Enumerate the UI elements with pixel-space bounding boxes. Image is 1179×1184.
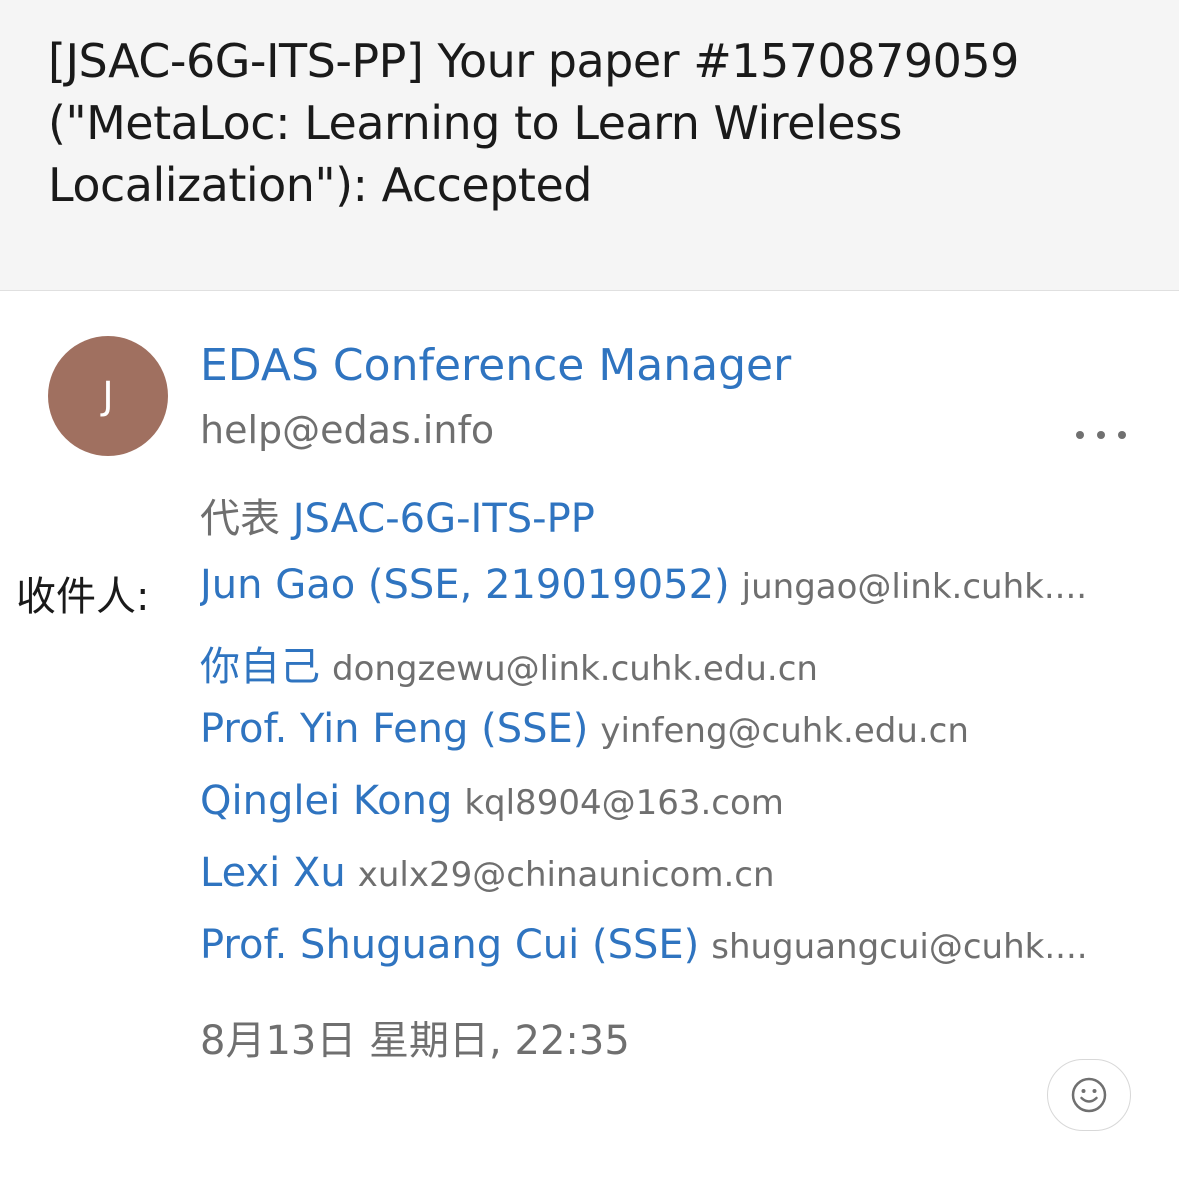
more-options-icon[interactable] — [1076, 420, 1126, 450]
avatar-initial: J — [102, 374, 114, 418]
recipient-email: jungao@link.cuhk.... — [741, 567, 1088, 607]
subject-header: [JSAC-6G-ITS-PP] Your paper #1570879059 … — [0, 0, 1179, 291]
recipient-email: yinfeng@cuhk.edu.cn — [600, 711, 969, 751]
recipient-name[interactable]: 你自己 — [200, 644, 320, 690]
on-behalf-name[interactable]: JSAC-6G-ITS-PP — [293, 496, 595, 542]
sender-email: help@edas.info — [200, 408, 495, 452]
recipient-name[interactable]: Qinglei Kong — [200, 778, 452, 824]
recipient-email: kql8904@163.com — [464, 783, 784, 823]
sender-name[interactable]: EDAS Conference Manager — [200, 340, 791, 391]
recipient-item[interactable]: Qinglei Kong kql8904@163.com — [200, 778, 1130, 824]
sender-avatar[interactable]: J — [48, 336, 168, 456]
recipient-email: dongzewu@link.cuhk.edu.cn — [332, 649, 818, 689]
recipient-item[interactable]: Jun Gao (SSE, 219019052) jungao@link.cuhk… — [200, 562, 1130, 608]
recipient-item[interactable]: Lexi Xu xulx29@chinaunicom.cn — [200, 850, 1130, 896]
recipient-item[interactable]: Prof. Shuguang Cui (SSE) shuguangcui@cuhk… — [200, 922, 1130, 968]
on-behalf-prefix: 代表 — [200, 496, 280, 542]
email-subject: [JSAC-6G-ITS-PP] Your paper #1570879059 … — [48, 34, 1019, 212]
recipient-email: shuguangcui@cuhk.... — [711, 927, 1088, 967]
recipient-email: xulx29@chinaunicom.cn — [357, 855, 775, 895]
recipient-name[interactable]: Lexi Xu — [200, 850, 346, 896]
more-dot — [1118, 431, 1126, 439]
recipient-name[interactable]: Jun Gao (SSE, 219019052) — [200, 562, 730, 608]
to-label: 收件人: — [16, 574, 150, 620]
more-dot — [1076, 431, 1084, 439]
smiley-icon — [1071, 1077, 1107, 1113]
recipient-name[interactable]: Prof. Yin Feng (SSE) — [200, 706, 588, 752]
email-date: 8月13日 星期日, 22:35 — [200, 1018, 630, 1064]
on-behalf-line: 代表 JSAC-6G-ITS-PP — [200, 486, 595, 544]
recipient-item[interactable]: 你自己 dongzewu@link.cuhk.edu.cn — [200, 634, 1130, 692]
more-dot — [1097, 431, 1105, 439]
reaction-button[interactable] — [1047, 1059, 1131, 1131]
recipient-item[interactable]: Prof. Yin Feng (SSE) yinfeng@cuhk.edu.cn — [200, 706, 1130, 752]
recipient-name[interactable]: Prof. Shuguang Cui (SSE) — [200, 922, 699, 968]
